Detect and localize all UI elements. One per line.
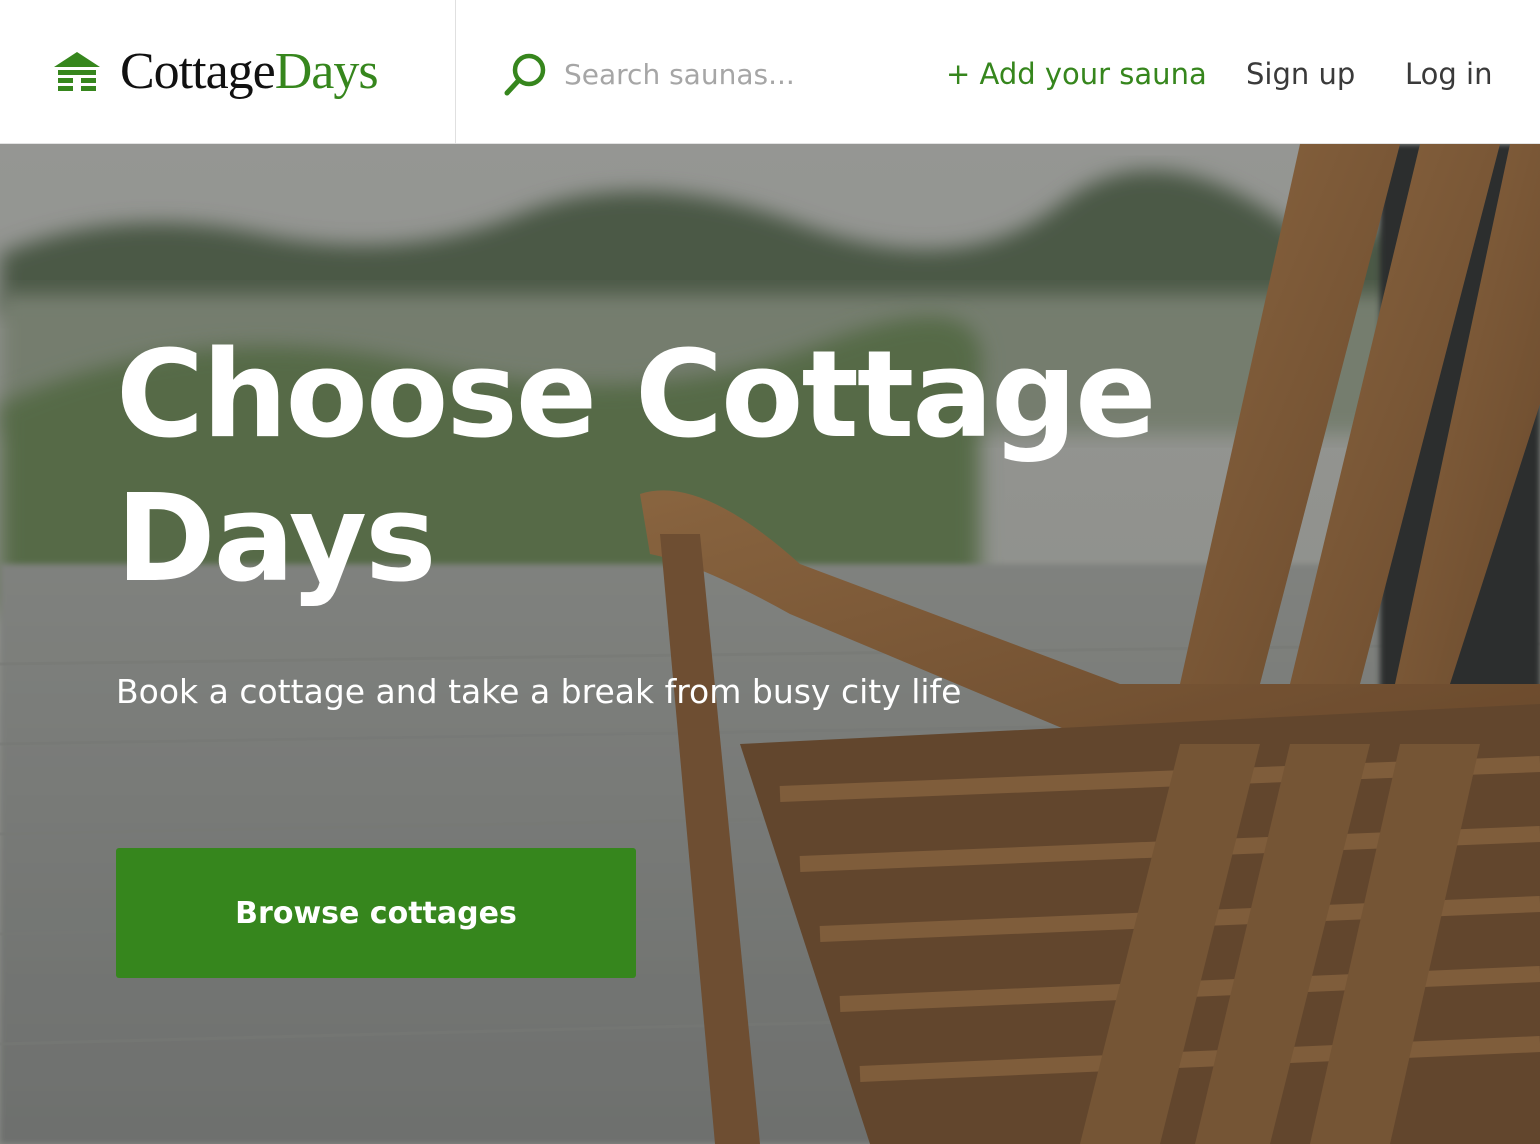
brand-name-cottage: Cottage [120, 43, 276, 100]
hero-overlay [0, 144, 1540, 1144]
cabin-icon[interactable] [52, 50, 102, 94]
search-icon[interactable] [500, 49, 550, 99]
browse-cottages-button[interactable]: Browse cottages [116, 848, 636, 978]
hero-title: Choose Cottage Days [116, 326, 1156, 609]
add-sauna-link[interactable]: + Add your sauna [946, 48, 1207, 100]
hero-subtitle: Book a cottage and take a break from bus… [116, 672, 962, 711]
log-in-link[interactable]: Log in [1405, 48, 1492, 100]
top-navigation-bar: CottageDays + Add your sauna Sign up Log… [0, 0, 1540, 144]
search-input[interactable] [564, 57, 864, 91]
brand-logo-text[interactable]: CottageDays [120, 38, 379, 106]
sign-up-link[interactable]: Sign up [1246, 48, 1355, 100]
brand-name-days: Days [274, 43, 379, 100]
brand-area: CottageDays [0, 0, 456, 144]
hero-section: Choose Cottage Days Book a cottage and t… [0, 144, 1540, 1144]
search-bar [500, 46, 880, 102]
